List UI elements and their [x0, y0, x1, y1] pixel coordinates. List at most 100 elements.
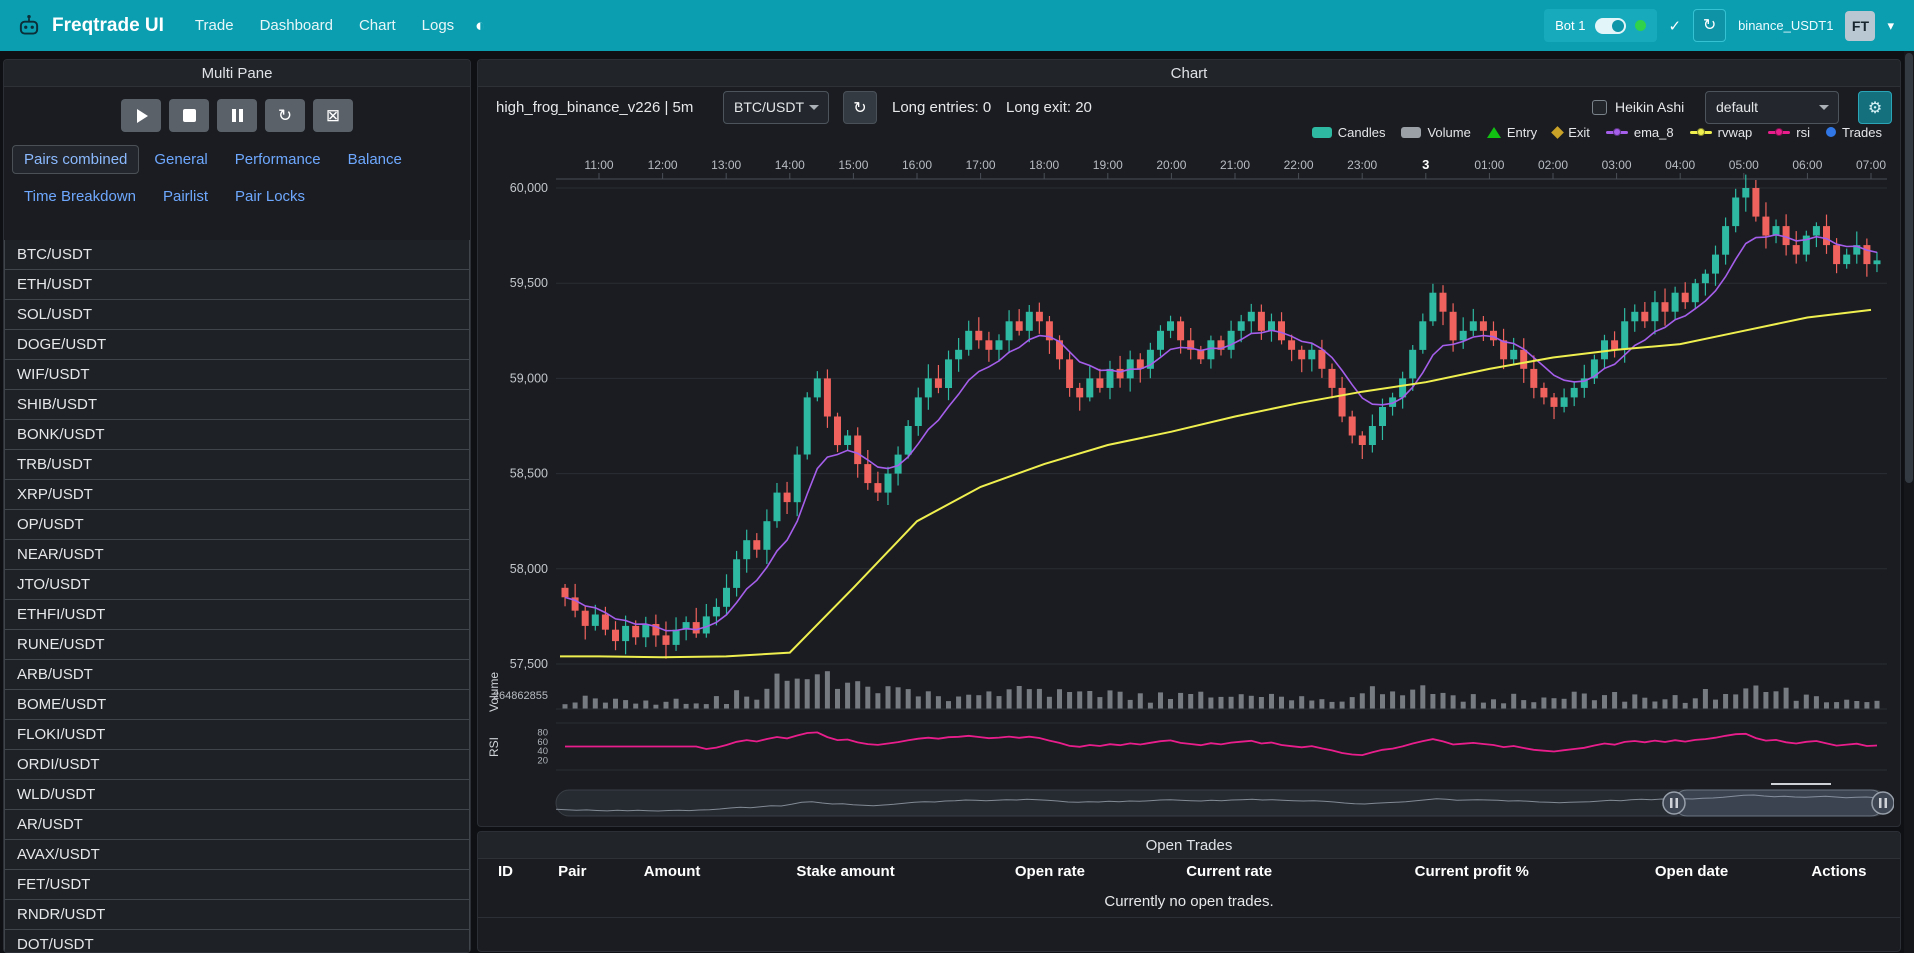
pair-list-item[interactable]: XRP/USDT	[4, 479, 470, 510]
legend-item-volume[interactable]: Volume	[1401, 125, 1470, 140]
legend-swatch-ema-8-icon	[1606, 131, 1628, 134]
open-trades-header: Open Trades	[478, 832, 1900, 859]
navbar-right: Bot 1 ✓ ↻ binance_USDT1 FT ▾	[1544, 9, 1898, 42]
pair-list-item[interactable]: ETH/USDT	[4, 269, 470, 300]
pair-list-item[interactable]: FET/USDT	[4, 869, 470, 900]
pair-list-item[interactable]: AR/USDT	[4, 809, 470, 840]
column-header-current-profit-: Current profit %	[1415, 863, 1655, 885]
tab-pair-locks[interactable]: Pair Locks	[223, 182, 317, 211]
chart-refresh-button[interactable]: ↻	[843, 91, 877, 124]
pair-list-item[interactable]: RNDR/USDT	[4, 899, 470, 930]
play-button[interactable]	[121, 99, 161, 132]
heikin-ashi-checkbox[interactable]	[1592, 100, 1607, 115]
nav-link-chart[interactable]: Chart	[346, 17, 409, 34]
legend-swatch-rsi-icon	[1768, 131, 1790, 134]
play-icon	[137, 109, 148, 123]
navbar: Freqtrade UI TradeDashboardChartLogs ◐ B…	[0, 0, 1914, 51]
pause-button[interactable]	[217, 99, 257, 132]
candles	[562, 175, 1881, 659]
pair-list-item[interactable]: RUNE/USDT	[4, 629, 470, 660]
svg-text:21:00: 21:00	[1220, 158, 1250, 172]
navigator-right-handle[interactable]	[1872, 792, 1894, 814]
tab-pairlist[interactable]: Pairlist	[151, 182, 220, 211]
pair-list-item[interactable]: ARB/USDT	[4, 659, 470, 690]
pair-list-item[interactable]: BONK/USDT	[4, 419, 470, 450]
svg-text:13:00: 13:00	[711, 158, 741, 172]
theme-toggle-icon[interactable]: ◐	[475, 16, 485, 36]
legend-item-ema-8[interactable]: ema_8	[1606, 125, 1674, 140]
bot-selector[interactable]: Bot 1	[1544, 9, 1656, 42]
pair-list-item[interactable]: DOGE/USDT	[4, 329, 470, 360]
long-exits-label: Long exit: 20	[1006, 89, 1092, 126]
stop-button[interactable]	[169, 99, 209, 132]
column-header-pair: Pair	[558, 863, 644, 885]
nav-link-logs[interactable]: Logs	[409, 17, 468, 34]
tab-performance[interactable]: Performance	[223, 145, 333, 174]
legend-item-rvwap[interactable]: rvwap	[1690, 125, 1753, 140]
avatar[interactable]: FT	[1845, 11, 1875, 41]
tab-general[interactable]: General	[142, 145, 219, 174]
svg-text:12:00: 12:00	[648, 158, 678, 172]
pair-list-item[interactable]: BTC/USDT	[4, 240, 470, 270]
svg-text:58,500: 58,500	[510, 467, 548, 481]
tab-time-breakdown[interactable]: Time Breakdown	[12, 182, 148, 211]
svg-text:RSI: RSI	[487, 737, 501, 757]
pair-list-item[interactable]: WIF/USDT	[4, 359, 470, 390]
pair-select[interactable]: BTC/USDT	[723, 91, 829, 124]
ema-8-line	[565, 235, 1877, 631]
svg-text:20: 20	[537, 756, 548, 767]
pair-list-item[interactable]: JTO/USDT	[4, 569, 470, 600]
pair-list-item[interactable]: DOT/USDT	[4, 929, 470, 952]
pair-list-item[interactable]: NEAR/USDT	[4, 539, 470, 570]
svg-text:01:00: 01:00	[1474, 158, 1504, 172]
pair-list-item[interactable]: ETHFI/USDT	[4, 599, 470, 630]
pair-list-item[interactable]: SOL/USDT	[4, 299, 470, 330]
reload-button[interactable]: ↻	[265, 99, 305, 132]
clear-chart-button[interactable]: ⊠	[313, 99, 353, 132]
tab-pairs-combined[interactable]: Pairs combined	[12, 145, 139, 174]
pair-list-item[interactable]: AVAX/USDT	[4, 839, 470, 870]
svg-text:20:00: 20:00	[1156, 158, 1186, 172]
range-navigator[interactable]	[556, 784, 1894, 816]
stop-icon	[183, 109, 196, 122]
price-chart-svg[interactable]: 60,00059,50059,00058,50058,00057,50011:0…	[484, 147, 1894, 827]
plot-config-select[interactable]: default	[1705, 91, 1839, 124]
multi-pane-header: Multi Pane	[4, 60, 470, 87]
bot-online-dot	[1635, 20, 1646, 31]
bot-name-label: Bot 1	[1555, 18, 1585, 33]
navigator-left-handle[interactable]	[1663, 792, 1685, 814]
legend-swatch-volume-icon	[1401, 127, 1421, 138]
chart-header: Chart	[478, 60, 1900, 87]
pair-list-item[interactable]: WLD/USDT	[4, 779, 470, 810]
nav-link-dashboard[interactable]: Dashboard	[247, 17, 346, 34]
global-refresh-button[interactable]: ↻	[1693, 9, 1726, 42]
chevron-down-icon[interactable]: ▾	[1887, 18, 1894, 34]
pair-list: BTC/USDTETH/USDTSOL/USDTDOGE/USDTWIF/USD…	[4, 240, 470, 952]
legend-item-entry[interactable]: Entry	[1487, 125, 1537, 140]
legend-swatch-rvwap-icon	[1690, 131, 1712, 134]
scrollbar-thumb[interactable]	[1905, 53, 1913, 483]
legend-label: Candles	[1338, 125, 1386, 140]
tab-balance[interactable]: Balance	[336, 145, 414, 174]
pair-list-item[interactable]: OP/USDT	[4, 509, 470, 540]
bot-toggle[interactable]	[1595, 18, 1626, 34]
legend-label: rsi	[1796, 125, 1810, 140]
pair-list-item[interactable]: FLOKI/USDT	[4, 719, 470, 750]
plot-settings-button[interactable]: ⚙	[1858, 91, 1892, 124]
page-scrollbar[interactable]	[1904, 51, 1914, 953]
nav-link-trade[interactable]: Trade	[182, 17, 247, 34]
legend-item-trades[interactable]: Trades	[1826, 125, 1882, 140]
legend-label: ema_8	[1634, 125, 1674, 140]
legend-swatch-exit-icon	[1551, 126, 1564, 139]
rvwap-line	[560, 310, 1871, 657]
pair-list-item[interactable]: BOME/USDT	[4, 689, 470, 720]
legend-item-rsi[interactable]: rsi	[1768, 125, 1810, 140]
pair-list-item[interactable]: TRB/USDT	[4, 449, 470, 480]
pair-list-item[interactable]: SHIB/USDT	[4, 389, 470, 420]
toggle-knob	[1612, 20, 1624, 32]
legend-item-candles[interactable]: Candles	[1312, 125, 1386, 140]
legend-item-exit[interactable]: Exit	[1553, 125, 1590, 140]
column-header-current-rate: Current rate	[1186, 863, 1414, 885]
pair-list-item[interactable]: ORDI/USDT	[4, 749, 470, 780]
chart-panel: Chart high_frog_binance_v226 | 5m BTC/US…	[477, 59, 1901, 827]
